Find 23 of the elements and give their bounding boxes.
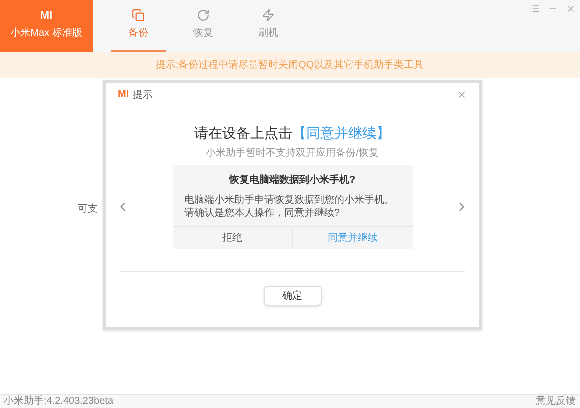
dialog-subtitle: 小米助手暂时不支持双开应用备份/恢复 [206,146,379,161]
support-text: 可支 [78,202,98,217]
notice-banner: 提示:备份过程中请尽量暂时关闭QQ以及其它手机助手类工具 [0,52,580,78]
device-name: 小米Max 标准版 [10,26,82,41]
dialog-heading: 请在设备上点击【同意并继续】 [194,124,390,143]
prompt-button[interactable]: 同意并继续 [292,227,412,249]
prompt-body: 电脑端小米助手申请恢复数据到您的小米手机。请确认是您本人操作，同意并继续? [184,194,396,220]
close-icon[interactable] [457,90,467,100]
dialog-title: 提示 [133,88,154,102]
feedback-link[interactable]: 意见反馈 [536,394,576,408]
prompt-title: 恢复电脑端数据到小米手机? [228,173,357,188]
copy-icon [132,9,145,22]
nav-tab[interactable]: 恢复 [176,0,231,52]
nav-tab[interactable]: 刷机 [241,0,296,52]
mi-logo: MI [118,90,130,100]
prompt-button[interactable]: 拒绝 [172,227,292,249]
brand-logo: MI [40,11,53,22]
menu-icon[interactable] [530,4,540,14]
lightning-icon [262,9,275,22]
confirm-button[interactable]: 确定 [264,286,322,306]
close-icon[interactable] [566,4,576,14]
version-text: 小米助手:4.2.403.23beta [4,394,114,408]
refresh-icon [197,9,210,22]
